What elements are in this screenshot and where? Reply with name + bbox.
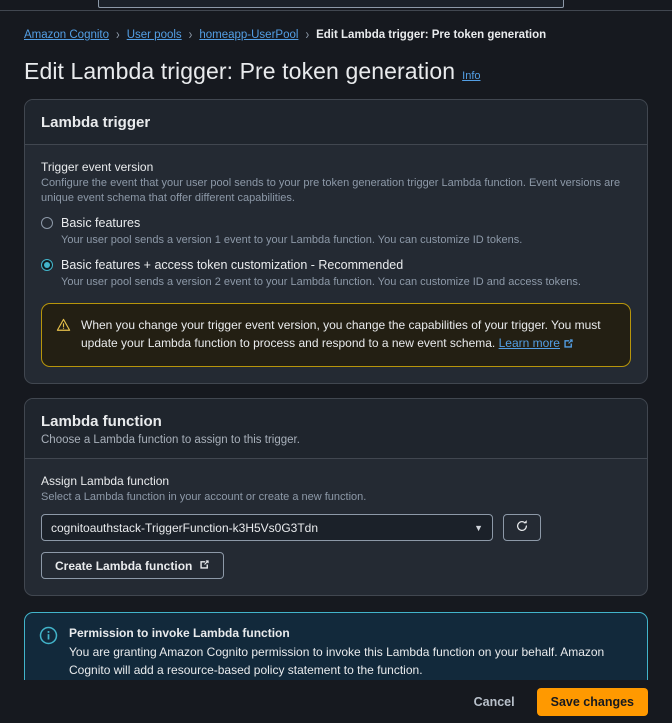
trigger-event-version-radio-group: Basic features Your user pool sends a ve…: [41, 215, 631, 290]
chevron-right-icon: ›: [305, 26, 310, 44]
page-header: Edit Lambda trigger: Pre token generatio…: [0, 42, 672, 85]
trigger-version-warning-alert: When you change your trigger event versi…: [41, 303, 631, 367]
create-lambda-function-button[interactable]: Create Lambda function: [41, 552, 225, 579]
save-changes-button[interactable]: Save changes: [536, 687, 648, 716]
page-title: Edit Lambda trigger: Pre token generatio…: [24, 58, 456, 84]
radio-option-description: Your user pool sends a version 2 event t…: [61, 276, 581, 288]
radio-option-description: Your user pool sends a version 1 event t…: [61, 234, 523, 246]
radio-indicator[interactable]: [41, 217, 53, 229]
footer-actions: Cancel Save changes: [0, 680, 672, 723]
lambda-function-title: Lambda function: [41, 413, 162, 430]
lambda-function-subtitle: Choose a Lambda function to assign to th…: [41, 434, 300, 446]
breadcrumb-item-user-pools[interactable]: User pools: [127, 28, 182, 42]
top-bar: [0, 0, 672, 11]
lambda-trigger-title: Lambda trigger: [41, 114, 151, 131]
lambda-function-select[interactable]: cognitoauthstack-TriggerFunction-k3H5Vs0…: [41, 514, 493, 541]
radio-option-basic-plus-access-token[interactable]: Basic features + access token customizat…: [41, 257, 631, 273]
breadcrumb: Amazon Cognito › User pools › homeapp-Us…: [0, 11, 672, 44]
breadcrumb-item-user-pool-name[interactable]: homeapp-UserPool: [199, 28, 298, 42]
lambda-function-container: Lambda function Choose a Lambda function…: [24, 398, 648, 596]
radio-option-label: Basic features + access token customizat…: [61, 258, 404, 272]
global-search-input[interactable]: [98, 0, 564, 8]
radio-indicator-selected[interactable]: [41, 259, 53, 271]
permission-alert-text-block: Permission to invoke Lambda function You…: [69, 625, 633, 679]
info-link[interactable]: Info: [462, 70, 480, 82]
trigger-event-version-description: Configure the event that your user pool …: [41, 177, 621, 204]
refresh-button[interactable]: [503, 514, 541, 541]
chevron-down-icon[interactable]: ▼: [474, 523, 483, 533]
external-link-icon: [199, 559, 210, 573]
permission-alert-title: Permission to invoke Lambda function: [69, 626, 290, 640]
chevron-right-icon: ›: [188, 26, 193, 44]
warning-triangle-icon: [56, 318, 71, 337]
external-link-icon[interactable]: [563, 336, 574, 354]
assign-lambda-function-label: Assign Lambda function: [41, 474, 170, 488]
assign-lambda-function-description: Select a Lambda function in your account…: [41, 491, 367, 503]
radio-option-label: Basic features: [61, 216, 141, 230]
warning-text-block: When you change your trigger event versi…: [81, 316, 616, 354]
trigger-event-version-label: Trigger event version: [41, 160, 154, 174]
lambda-trigger-body: Trigger event version Configure the even…: [25, 145, 647, 383]
create-lambda-function-label: Create Lambda function: [55, 558, 193, 573]
info-circle-icon: [39, 626, 58, 650]
lambda-function-body: Assign Lambda function Select a Lambda f…: [25, 459, 647, 595]
lambda-function-select-value: cognitoauthstack-TriggerFunction-k3H5Vs0…: [51, 520, 319, 535]
lambda-function-select-row: cognitoauthstack-TriggerFunction-k3H5Vs0…: [41, 514, 631, 541]
breadcrumb-item-current: Edit Lambda trigger: Pre token generatio…: [316, 29, 547, 41]
cancel-button[interactable]: Cancel: [470, 689, 519, 715]
lambda-trigger-header: Lambda trigger: [25, 100, 647, 145]
lambda-trigger-container: Lambda trigger Trigger event version Con…: [24, 99, 648, 384]
refresh-icon: [515, 519, 529, 536]
permission-alert-body: You are granting Amazon Cognito permissi…: [69, 645, 605, 677]
learn-more-link[interactable]: Learn more: [499, 336, 560, 350]
chevron-right-icon: ›: [116, 26, 120, 44]
lambda-function-header: Lambda function Choose a Lambda function…: [25, 399, 647, 459]
radio-option-basic-features[interactable]: Basic features: [41, 215, 631, 231]
breadcrumb-item-amazon-cognito[interactable]: Amazon Cognito: [24, 28, 109, 42]
